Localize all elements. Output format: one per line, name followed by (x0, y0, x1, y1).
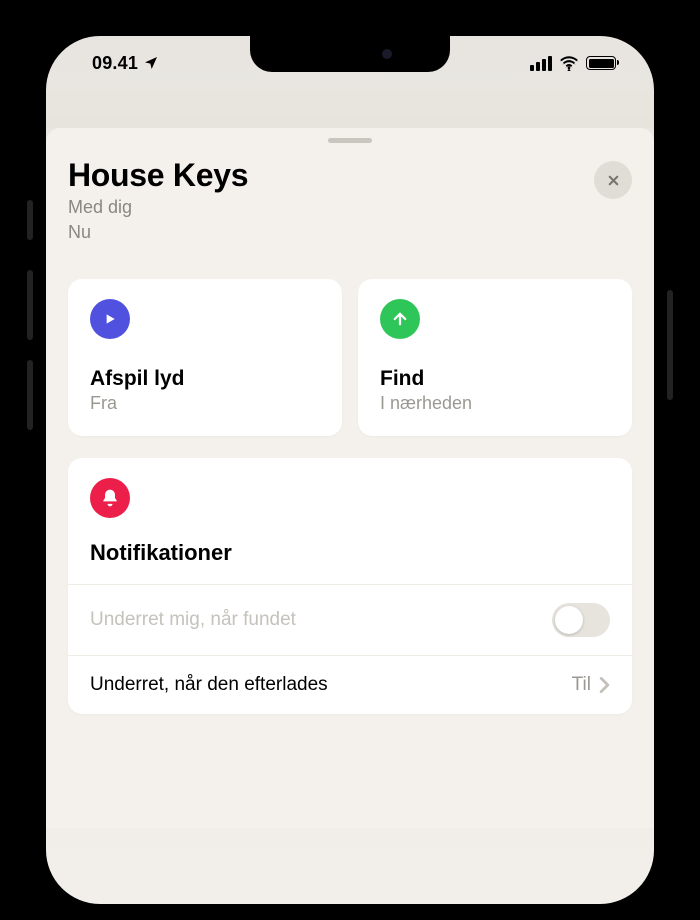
chevron-right-icon (599, 676, 610, 694)
close-icon (606, 173, 621, 188)
find-title: Find (380, 367, 610, 391)
arrow-up-icon (380, 299, 420, 339)
sheet-grabber[interactable] (328, 138, 372, 143)
play-sound-title: Afspil lyd (90, 367, 320, 391)
close-button[interactable] (594, 161, 632, 199)
play-sound-card[interactable]: Afspil lyd Fra (68, 279, 342, 436)
find-card[interactable]: Find I nærheden (358, 279, 632, 436)
notify-when-found-row: Underret mig, når fundet (68, 584, 632, 655)
notify-when-left-value: Til (572, 674, 591, 696)
play-icon (90, 299, 130, 339)
volume-up-button (27, 270, 33, 340)
notifications-section: Notifikationer Underret mig, når fundet … (68, 458, 632, 714)
notify-when-found-label: Underret mig, når fundet (90, 609, 552, 631)
power-button (667, 290, 673, 400)
find-status: I nærheden (380, 393, 610, 414)
detail-sheet: House Keys Med dig Nu (46, 128, 654, 828)
notify-when-left-row[interactable]: Underret, når den efterlades Til (68, 655, 632, 714)
cellular-signal-icon (530, 56, 552, 71)
phone-frame: 09.41 (30, 20, 670, 920)
notifications-title: Notifikationer (90, 540, 610, 566)
battery-icon (586, 56, 616, 70)
play-sound-status: Fra (90, 393, 320, 414)
location-arrow-icon (143, 55, 159, 71)
bell-icon (90, 478, 130, 518)
volume-down-button (27, 360, 33, 430)
page-subtitle-time: Nu (68, 221, 248, 244)
notify-when-left-label: Underret, når den efterlades (90, 674, 572, 696)
wifi-icon (559, 56, 579, 71)
mute-switch (27, 200, 33, 240)
map-background (46, 90, 654, 128)
status-time: 09.41 (92, 53, 138, 74)
notch (250, 36, 450, 72)
page-subtitle-location: Med dig (68, 196, 248, 219)
notify-when-found-toggle (552, 603, 610, 637)
screen: 09.41 (46, 36, 654, 904)
page-title: House Keys (68, 157, 248, 194)
